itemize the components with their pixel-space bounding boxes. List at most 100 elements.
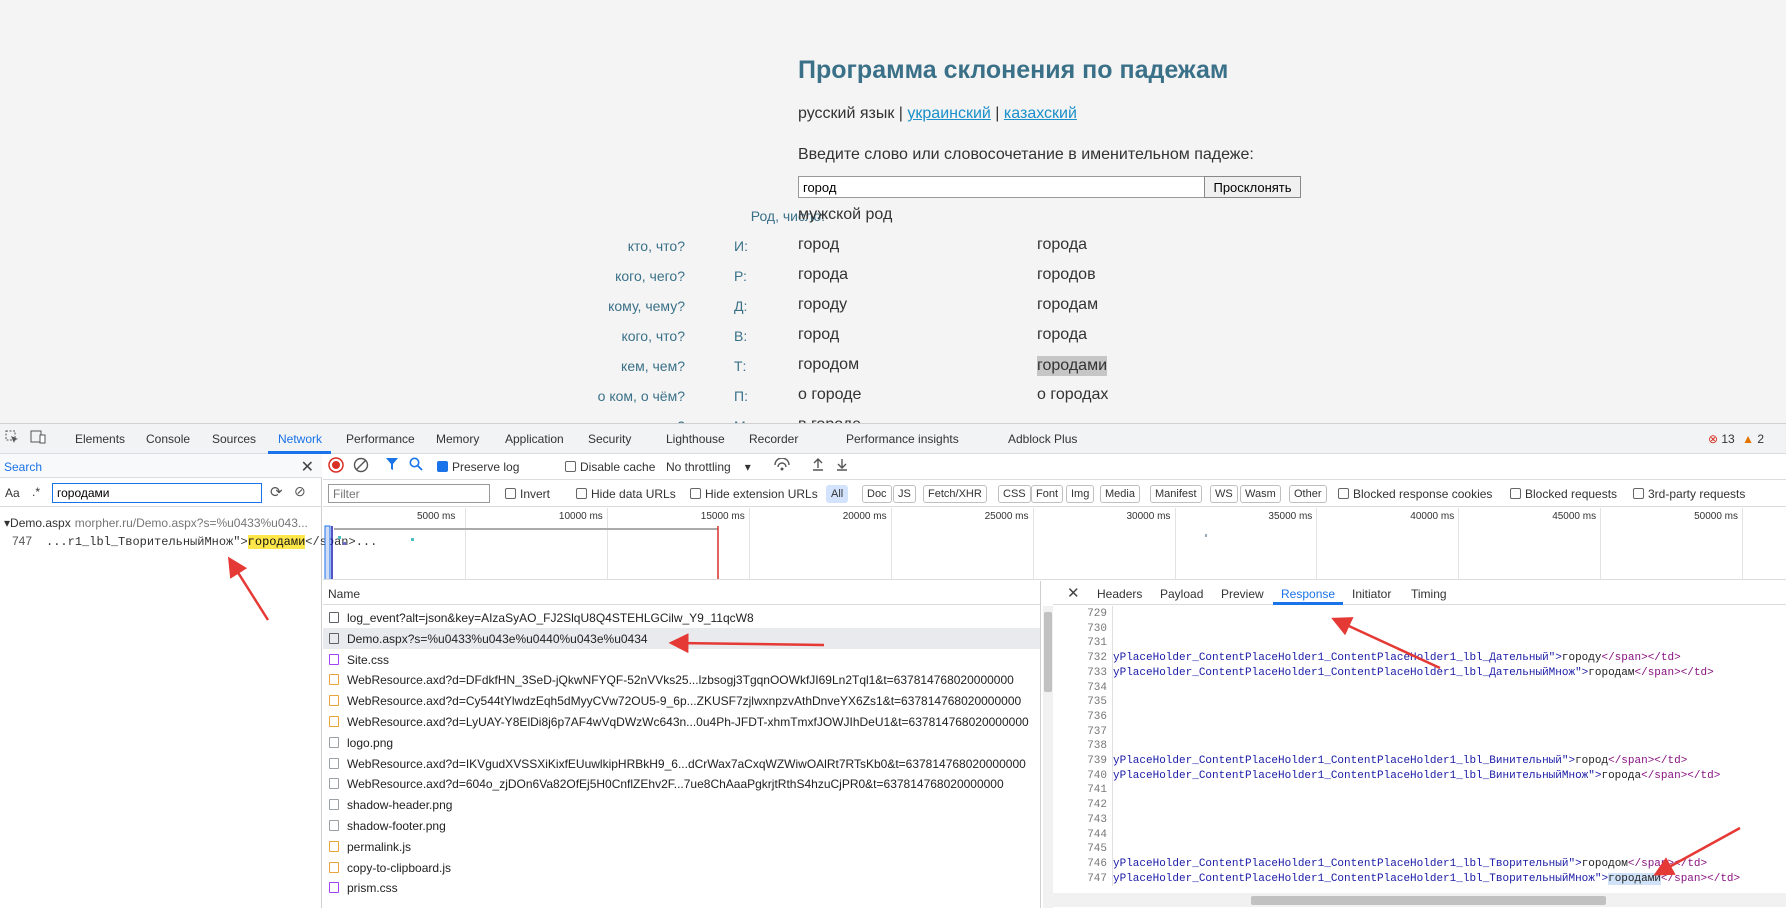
search-icon[interactable] <box>409 457 423 474</box>
request-row[interactable]: WebResource.axd?d=Cy544tYlwdzEqh5dMyyCVw… <box>323 690 1040 711</box>
request-row[interactable]: Demo.aspx?s=%u0433%u043e%u0440%u043e%u04… <box>323 627 1040 649</box>
request-name: WebResource.axd?d=Cy544tYlwdzEqh5dMyyCVw… <box>347 694 1022 709</box>
search-input[interactable] <box>52 483 262 503</box>
device-toolbar-icon[interactable] <box>30 430 46 446</box>
throttling-select[interactable]: No throttling ▾ <box>666 460 751 474</box>
request-row[interactable]: logo.png <box>323 732 1040 753</box>
css-file-icon <box>329 882 339 894</box>
tab-adblock-plus[interactable]: Adblock Plus <box>1008 432 1077 446</box>
name-column-header[interactable]: Name <box>328 587 360 601</box>
request-row[interactable]: log_event?alt=json&key=AIzaSyAO_FJ2SlqU8… <box>323 607 1040 628</box>
tab-recorder[interactable]: Recorder <box>749 432 798 446</box>
disable-cache-checkbox[interactable]: Disable cache <box>565 460 655 474</box>
error-icon: ⊗ <box>1707 432 1719 446</box>
code-closing-tag: </span></td> <box>1660 872 1741 885</box>
export-har-icon[interactable] <box>835 457 849 474</box>
clear-icon[interactable]: ⊘ <box>294 483 306 500</box>
network-conditions-icon[interactable] <box>773 457 791 475</box>
code-line: 739 yPlaceHolder_ContentPlaceHolder1_Cont… <box>1053 755 1786 769</box>
decline-button[interactable]: Просклонять <box>1204 176 1301 198</box>
js-file-icon <box>329 840 339 852</box>
detail-tab-timing[interactable]: Timing <box>1411 587 1447 601</box>
tab-sources[interactable]: Sources <box>212 432 256 446</box>
type-filter-ws[interactable]: WS <box>1210 485 1238 503</box>
close-icon[interactable]: ✕ <box>1067 584 1080 602</box>
detail-tab-headers[interactable]: Headers <box>1097 587 1142 601</box>
horizontal-scrollbar[interactable] <box>1053 893 1786 907</box>
case-row: кто, что? И: город города <box>0 236 1786 258</box>
clear-log-icon[interactable] <box>353 457 369 476</box>
scroll-thumb[interactable] <box>1251 896 1606 905</box>
preserve-log-checkbox[interactable]: Preserve log <box>437 460 519 474</box>
tab-performance-insights[interactable]: Performance insights <box>846 432 959 446</box>
hide-data-urls-checkbox[interactable]: Hide data URLs <box>576 487 676 501</box>
request-row[interactable]: shadow-footer.png <box>323 815 1040 836</box>
filter-input[interactable] <box>328 484 490 503</box>
tab-application[interactable]: Application <box>505 432 564 446</box>
hide-ext-urls-checkbox[interactable]: Hide extension URLs <box>690 487 818 501</box>
code-line: 729 <box>1053 608 1786 622</box>
tab-console[interactable]: Console <box>146 432 190 446</box>
detail-tab-preview[interactable]: Preview <box>1221 587 1264 601</box>
input-prompt: Введите слово или словосочетание в имени… <box>798 146 1254 163</box>
case-row: кого, чего? Р: города городов <box>0 266 1786 288</box>
issue-counters[interactable]: ⊗ 13 ▲ 2 <box>1708 432 1764 446</box>
line-number: 735 <box>1087 696 1107 709</box>
request-row[interactable]: copy-to-clipboard.js <box>323 857 1040 878</box>
request-row[interactable]: WebResource.axd?d=DFdkfHN_3SeD-jQkwNFYQF… <box>323 669 1040 690</box>
request-row[interactable]: permalink.js <box>323 836 1040 857</box>
request-row[interactable]: Site.css <box>323 649 1040 670</box>
type-filter-doc[interactable]: Doc <box>862 485 892 503</box>
request-row[interactable]: WebResource.axd?d=604o_zjDOn6Va82OfEj5H0… <box>323 773 1040 794</box>
timeline-dot <box>338 536 341 539</box>
request-row[interactable]: shadow-header.png <box>323 794 1040 815</box>
request-name: WebResource.axd?d=604o_zjDOn6Va82OfEj5H0… <box>347 777 1004 792</box>
type-filter-img[interactable]: Img <box>1066 485 1095 503</box>
tab-network[interactable]: Network <box>278 432 322 446</box>
inspect-element-icon[interactable] <box>4 430 20 446</box>
link-ukrainian[interactable]: украинский <box>907 105 990 122</box>
tab-elements[interactable]: Elements <box>75 432 125 446</box>
link-kazakh[interactable]: казахский <box>1004 105 1077 122</box>
request-row[interactable]: WebResource.axd?d=IKVgudXVSSXiKixfEUuwlk… <box>323 753 1040 774</box>
tab-security[interactable]: Security <box>588 432 631 446</box>
type-filter-all[interactable]: All <box>826 485 849 503</box>
type-filter-manifest[interactable]: Manifest <box>1150 485 1202 503</box>
doc-file-icon <box>329 632 339 644</box>
third-party-checkbox[interactable]: 3rd-party requests <box>1633 487 1745 501</box>
type-filter-fetchxhr[interactable]: Fetch/XHR <box>923 485 987 503</box>
detail-tab-response[interactable]: Response <box>1281 587 1335 601</box>
timeline-overview[interactable]: 5000 ms 10000 ms 15000 ms 20000 ms 25000 ms 3… <box>323 508 1786 580</box>
regex-toggle[interactable]: .* <box>32 485 40 499</box>
request-list-scrollbar[interactable] <box>1043 606 1053 908</box>
code-content: yPlaceHolder_ContentPlaceHolder1_Content… <box>1113 667 1714 679</box>
code-line: 747 yPlaceHolder_ContentPlaceHolder1_Cont… <box>1053 872 1786 887</box>
word-input[interactable] <box>798 176 1205 198</box>
detail-tab-initiator[interactable]: Initiator <box>1352 587 1391 601</box>
record-icon[interactable] <box>328 457 344 476</box>
type-filter-media[interactable]: Media <box>1100 485 1140 503</box>
filter-icon[interactable] <box>385 457 399 474</box>
type-filter-font[interactable]: Font <box>1031 485 1064 503</box>
type-filter-other[interactable]: Other <box>1289 485 1327 503</box>
request-row[interactable]: prism.css <box>323 877 1040 898</box>
search-result-file[interactable]: ▾Demo.aspx morpher.ru/Demo.aspx?s=%u0433%… <box>4 516 308 530</box>
close-icon[interactable]: ✕ <box>301 457 314 477</box>
type-filter-wasm[interactable]: Wasm <box>1240 485 1281 503</box>
case-singular: о городе <box>798 386 862 403</box>
refresh-icon[interactable]: ⟳ <box>270 483 283 501</box>
type-filter-js[interactable]: JS <box>893 485 916 503</box>
type-filter-css[interactable]: CSS <box>998 485 1031 503</box>
request-row[interactable]: WebResource.axd?d=LyUAY-Y8ElDi8j6p7AF4wV… <box>323 711 1040 732</box>
match-case-toggle[interactable]: Aa <box>5 486 20 500</box>
tab-lighthouse[interactable]: Lighthouse <box>666 432 725 446</box>
tab-memory[interactable]: Memory <box>436 432 479 446</box>
blocked-cookies-checkbox[interactable]: Blocked response cookies <box>1338 487 1492 501</box>
blocked-requests-checkbox[interactable]: Blocked requests <box>1510 487 1617 501</box>
warning-count: 2 <box>1757 432 1764 446</box>
invert-checkbox[interactable]: Invert <box>505 487 550 501</box>
tab-performance[interactable]: Performance <box>346 432 415 446</box>
import-har-icon[interactable] <box>811 457 825 474</box>
scroll-thumb[interactable] <box>1044 612 1052 692</box>
detail-tab-payload[interactable]: Payload <box>1160 587 1203 601</box>
